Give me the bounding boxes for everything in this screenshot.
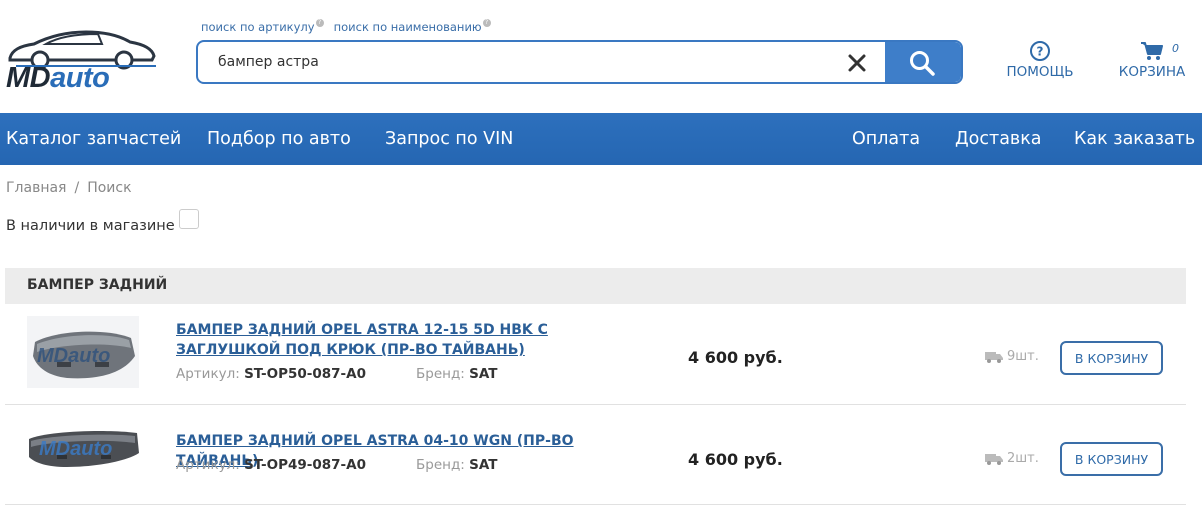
clear-search-button[interactable]: [844, 50, 870, 76]
logo-text: MDauto: [6, 62, 110, 94]
product-price: 4 600 руб.: [688, 450, 783, 469]
result-group-title: БАМПЕР ЗАДНИЙ: [5, 268, 1186, 304]
main-nav: Каталог запчастей Подбор по авто Запрос …: [0, 113, 1202, 165]
info-icon: ?: [315, 19, 324, 27]
cart-icon: [1141, 42, 1163, 60]
product-meta: Артикул: ST-OP49-087-A0 Бренд: SAT: [176, 457, 498, 473]
brand-name: SAT: [469, 366, 498, 382]
info-icon: ?: [482, 19, 491, 27]
tab-search-by-article[interactable]: поиск по артикулу?: [201, 19, 324, 34]
watermark: MDauto: [37, 345, 110, 367]
breadcrumb-home[interactable]: Главная: [6, 180, 66, 196]
search-box: [196, 40, 963, 84]
search-icon: [910, 51, 935, 76]
cart-count: 0: [1172, 42, 1179, 55]
search-button[interactable]: [885, 42, 961, 82]
article-number: ST-OP49-087-A0: [244, 457, 366, 473]
help-link[interactable]: ? ПОМОЩЬ: [1000, 40, 1080, 80]
add-to-cart-button[interactable]: В КОРЗИНУ: [1060, 341, 1163, 375]
stock-indicator: 2шт.: [985, 451, 1039, 466]
search-input[interactable]: [198, 42, 838, 82]
stock-count: 9шт.: [1007, 349, 1039, 364]
help-label: ПОМОЩЬ: [1006, 64, 1074, 80]
nav-car-selection[interactable]: Подбор по авто: [207, 129, 351, 149]
tab-search-by-name[interactable]: поиск по наименованию?: [334, 19, 491, 34]
stock-indicator: 9шт.: [985, 349, 1039, 364]
product-name-link[interactable]: БАМПЕР ЗАДНИЙ OPEL ASTRA 12-15 5D HBK С …: [176, 320, 636, 360]
close-icon: [848, 54, 866, 72]
breadcrumb-current: Поиск: [87, 180, 132, 196]
svg-text:?: ?: [1037, 45, 1044, 59]
product-row: MDauto БАМПЕР ЗАДНИЙ OPEL ASTRA 12-15 5D…: [5, 304, 1186, 405]
add-to-cart-button[interactable]: В КОРЗИНУ: [1060, 442, 1163, 476]
truck-icon: [985, 453, 1003, 465]
nav-how-to-order[interactable]: Как заказать: [1074, 129, 1195, 149]
nav-catalog[interactable]: Каталог запчастей: [6, 129, 181, 149]
watermark: MDauto: [39, 438, 112, 460]
product-image[interactable]: MDauto: [27, 417, 139, 489]
site-logo[interactable]: MDauto: [4, 28, 159, 98]
product-meta: Артикул: ST-OP50-087-A0 Бренд: SAT: [176, 366, 498, 382]
breadcrumb: Главная / Поиск: [6, 180, 132, 196]
in-stock-filter-label: В наличии в магазине: [6, 218, 175, 234]
nav-payment[interactable]: Оплата: [852, 129, 920, 149]
truck-icon: [985, 351, 1003, 363]
product-row: MDauto БАМПЕР ЗАДНИЙ OPEL ASTRA 04-10 WG…: [5, 405, 1186, 505]
help-icon: ?: [1030, 41, 1050, 61]
header: MDauto поиск по артикулу? поиск по наиме…: [0, 0, 1202, 113]
in-stock-checkbox[interactable]: [179, 209, 199, 229]
article-number: ST-OP50-087-A0: [244, 366, 366, 382]
brand-name: SAT: [469, 457, 498, 473]
cart-link[interactable]: 0 КОРЗИНА: [1112, 40, 1192, 80]
nav-vin-request[interactable]: Запрос по VIN: [385, 129, 513, 149]
search-mode-tabs: поиск по артикулу? поиск по наименованию…: [201, 19, 491, 34]
cart-label: КОРЗИНА: [1118, 64, 1186, 80]
stock-count: 2шт.: [1007, 451, 1039, 466]
nav-delivery[interactable]: Доставка: [955, 129, 1042, 149]
product-image[interactable]: MDauto: [27, 316, 139, 388]
product-price: 4 600 руб.: [688, 348, 783, 367]
